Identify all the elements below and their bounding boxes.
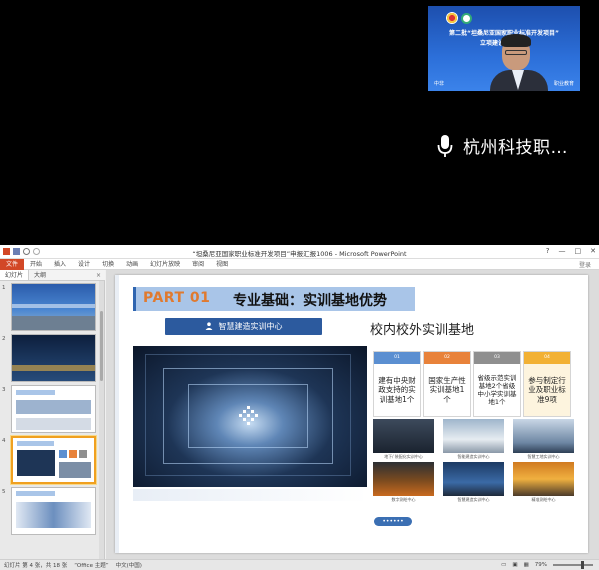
slide-thumbnail[interactable]: 5 [0, 487, 100, 540]
card-text: 省级示范实训基地2个省级中小学实训基地1个 [477, 374, 517, 406]
slide-count: 幻灯片 第 4 张，共 18 张 [4, 563, 68, 569]
thumbnail-scrollbar[interactable] [99, 281, 104, 559]
notes-icon[interactable]: ▭ [501, 562, 506, 568]
language[interactable]: 中文(中国) [116, 561, 142, 569]
minimize-button[interactable]: — [559, 247, 566, 255]
caller-name: 杭州科技职… [463, 138, 568, 158]
help-button[interactable]: ? [546, 247, 550, 255]
card-number: 02 [424, 352, 470, 364]
slide-number: 2 [2, 336, 6, 342]
tab-transitions[interactable]: 切换 [96, 259, 120, 270]
title-bar: “坦桑尼亚国家职业标准开发项目”申报汇报1006 - Microsoft Pow… [0, 245, 599, 259]
partner-logo-icon [461, 13, 472, 24]
tab-slides[interactable]: 幻灯片 [0, 270, 30, 280]
photo-caption: 地下/ 装配化实训中心 [384, 454, 423, 459]
tab-view[interactable]: 视图 [210, 259, 234, 270]
card-number: 04 [524, 352, 570, 364]
card-text: 参与制定行业及职业标准9项 [528, 375, 566, 404]
card-number: 03 [474, 352, 520, 364]
card-text: 建有中央财政支持的实训基地1个 [378, 375, 416, 404]
maximize-button[interactable]: □ [575, 247, 582, 255]
person-icon [205, 322, 212, 330]
center-label-badge: 智慧建造实训中心 [165, 318, 322, 335]
zoom-slider[interactable] [553, 561, 593, 569]
tab-insert[interactable]: 插入 [48, 259, 72, 270]
sign-in-link[interactable]: 登录 [579, 260, 599, 269]
part-number: PART 01 [143, 290, 211, 306]
info-card: 04 参与制定行业及职业标准9项 [523, 351, 571, 417]
center-label-text: 智慧建造实训中心 [218, 322, 283, 331]
tab-animations[interactable]: 动画 [120, 259, 144, 270]
card-number: 01 [374, 352, 420, 364]
tab-file[interactable]: 文件 [0, 258, 25, 270]
tab-outline[interactable]: 大纲 [29, 270, 51, 280]
microphone-icon [437, 134, 453, 157]
photo-caption: 智慧建造实训中心 [457, 497, 490, 502]
slide-panel-tabs: 幻灯片 大纲 × [0, 270, 105, 281]
slide-number: 4 [2, 438, 6, 444]
photo-caption: 精准测绘中心 [531, 497, 556, 502]
tab-slideshow[interactable]: 幻灯片放映 [144, 259, 186, 270]
training-photo [443, 419, 504, 453]
theme-name: “Office 主题” [74, 563, 109, 569]
training-photo [373, 462, 434, 496]
normal-view-icon[interactable]: ▣ [512, 562, 517, 568]
training-photo [513, 419, 574, 453]
thumbnail-current-slide [11, 436, 96, 484]
training-photo [443, 462, 504, 496]
info-card: 03 省级示范实训基地2个省级中小学实训基地1个 [473, 351, 521, 417]
active-caller-label: 杭州科技职… [437, 133, 568, 158]
powerpoint-window: “坦桑尼亚国家职业标准开发项目”申报汇报1006 - Microsoft Pow… [0, 245, 599, 570]
thumbnail-content-slide [11, 385, 96, 433]
slide-number: 5 [2, 489, 6, 495]
slide-thumbnail[interactable]: 4 [0, 436, 100, 489]
hero-image-glass-cube [133, 346, 367, 487]
training-photo [373, 419, 434, 453]
sorter-view-icon[interactable]: ▦ [524, 562, 529, 568]
photo-caption: 智能建造实训中心 [457, 454, 490, 459]
close-panel-icon[interactable]: × [96, 270, 105, 280]
info-card: 02 国家生产性实训基地1个 [423, 351, 471, 417]
more-button[interactable]: •••••• [374, 517, 412, 526]
slide-thumbnail[interactable]: 1 [0, 283, 100, 336]
video-banner-left: 中非 [434, 81, 445, 87]
slide-number: 3 [2, 387, 6, 393]
slide-thumbnail[interactable]: 2 [0, 334, 100, 387]
section-title: 专业基础：实训基地优势 [233, 293, 387, 309]
bases-heading: 校内校外实训基地 [370, 323, 475, 338]
organization-logo-icon [446, 12, 458, 24]
slide-thumbnail[interactable]: 3 [0, 385, 100, 438]
slide-thumbnail-panel[interactable]: 1 2 3 4 5 [0, 281, 105, 559]
training-photo [513, 462, 574, 496]
video-banner-right: 职业教育 [553, 81, 574, 87]
photo-caption: 数字测绘中心 [391, 497, 416, 502]
photo-caption: 智慧工地实训中心 [527, 454, 560, 459]
status-bar: 幻灯片 第 4 张，共 18 张 “Office 主题” 中文(中国) ▭ ▣ … [0, 559, 599, 570]
thumbnail-city-slide [11, 334, 96, 382]
thumbnail-next-slide [11, 487, 96, 535]
document-title: “坦桑尼亚国家职业标准开发项目”申报汇报1006 - Microsoft Pow… [192, 250, 407, 258]
card-text: 国家生产性实训基地1个 [428, 375, 466, 404]
info-card: 01 建有中央财政支持的实训基地1个 [373, 351, 421, 417]
tab-design[interactable]: 设计 [72, 259, 96, 270]
current-slide[interactable]: PART 01 专业基础：实训基地优势 智慧建造实训中心 校内校外实训基地 01… [115, 275, 588, 553]
slide-editor-area[interactable]: PART 01 专业基础：实训基地优势 智慧建造实训中心 校内校外实训基地 01… [106, 270, 599, 559]
section-header-bar: PART 01 专业基础：实训基地优势 [133, 287, 415, 311]
thumbnail-title-slide [11, 283, 96, 331]
tab-review[interactable]: 审阅 [186, 259, 210, 270]
slide-number: 1 [2, 285, 6, 291]
zoom-level[interactable]: 79% [535, 562, 547, 568]
tab-home[interactable]: 开始 [24, 259, 48, 270]
ribbon-tabs: 文件 开始 插入 设计 切换 动画 幻灯片放映 审阅 视图 登录 [0, 258, 599, 270]
close-button[interactable]: ✕ [590, 247, 596, 255]
video-call-tile[interactable]: 第二批“坦桑尼亚国家职业标准开发项目” 立项建设论证会议 中非 职业教育 [428, 6, 580, 91]
